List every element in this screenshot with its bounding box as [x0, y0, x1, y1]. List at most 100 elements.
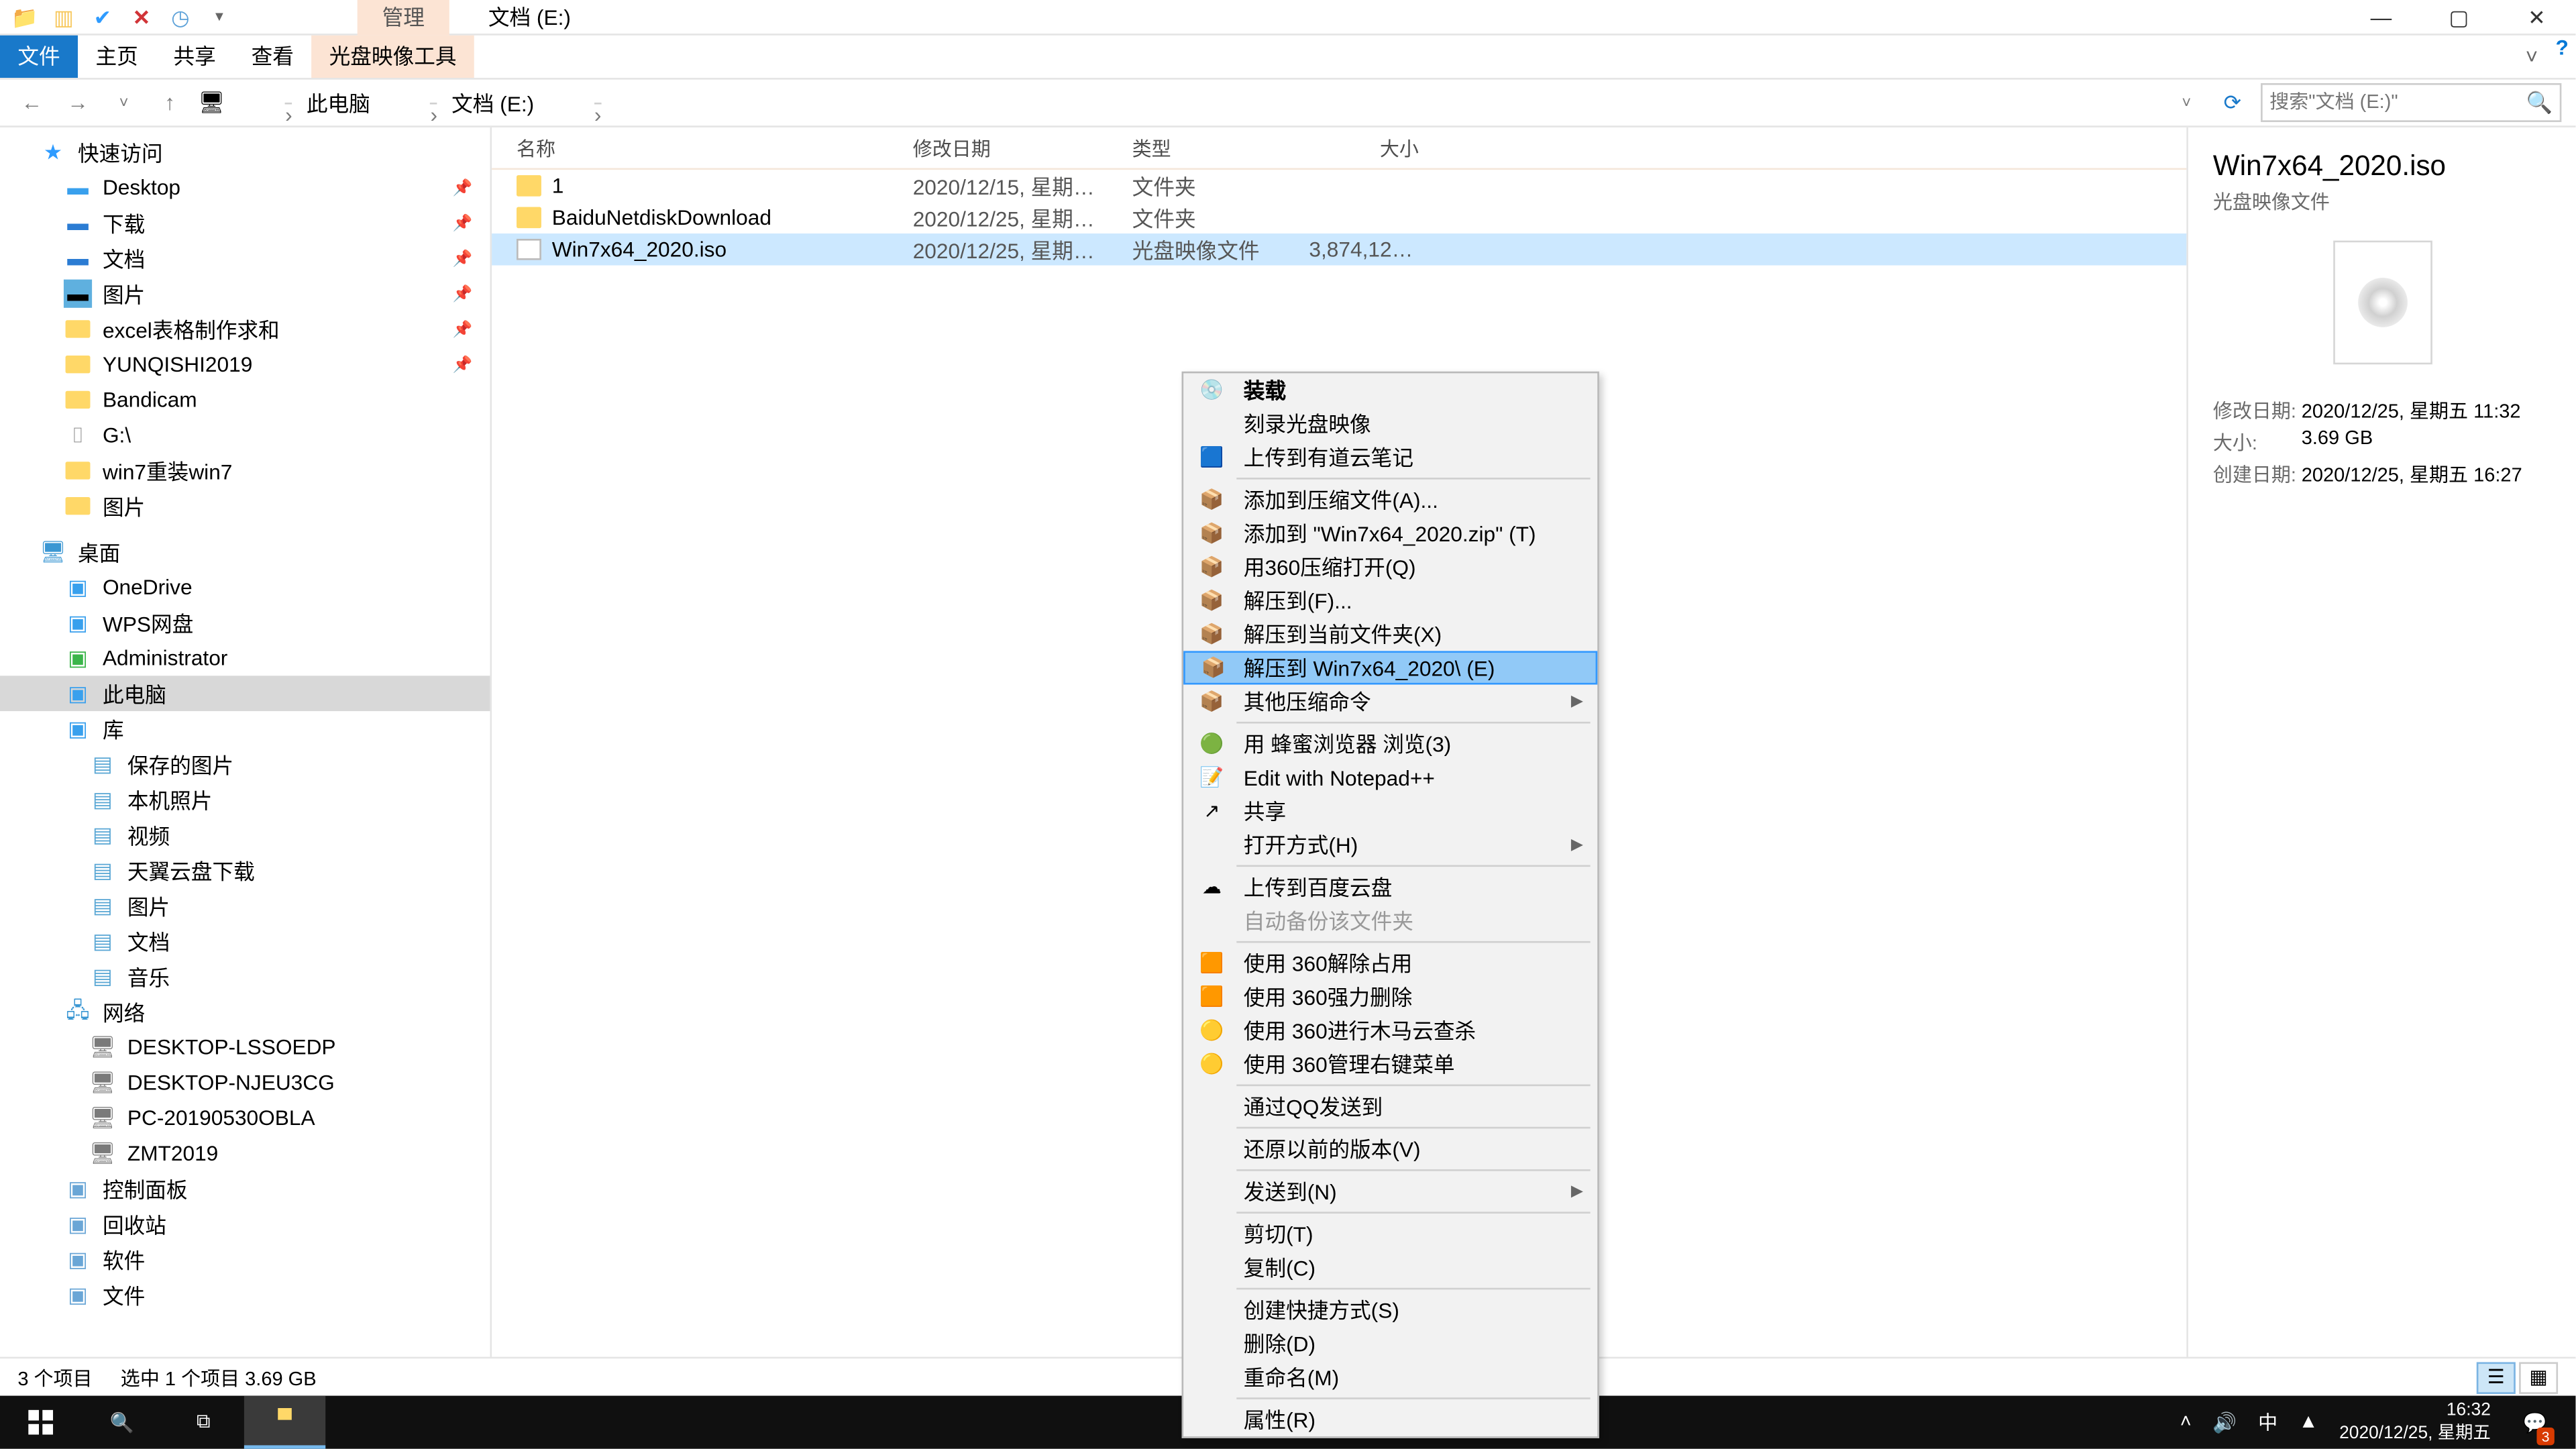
title-tab-manage[interactable]: 管理 — [358, 0, 449, 34]
taskbar-clock[interactable]: 16:32 2020/12/25, 星期五 — [2339, 1399, 2491, 1446]
file-list[interactable]: 名称 修改日期 类型 大小 12020/12/15, 星期二 1...文件夹Ba… — [492, 127, 2186, 1357]
maximize-button[interactable]: ▢ — [2420, 0, 2498, 34]
forward-button[interactable]: → — [60, 85, 96, 121]
folder-icon[interactable]: ▥ — [50, 3, 78, 31]
crumb-folder[interactable]: 文档 (E:) — [451, 88, 534, 118]
view-icons-button[interactable]: ▦ — [2519, 1361, 2558, 1393]
up-button[interactable]: ↑ — [152, 85, 188, 121]
menu-item[interactable]: 创建快捷方式(S) — [1183, 1293, 1597, 1327]
tree-item[interactable]: ▣控制面板 — [0, 1171, 490, 1207]
menu-item[interactable]: 剪切(T) — [1183, 1217, 1597, 1250]
menu-item[interactable]: 📦解压到当前文件夹(X) — [1183, 617, 1597, 651]
tree-item[interactable]: ▤音乐 — [0, 959, 490, 994]
view-details-button[interactable]: ☰ — [2477, 1361, 2516, 1393]
menu-item[interactable]: 📦用360压缩打开(Q) — [1183, 550, 1597, 584]
tree-item[interactable]: ▣WPS网盘 — [0, 605, 490, 641]
save-check-icon[interactable]: ✔ — [89, 3, 117, 31]
menu-item[interactable]: 属性(R) — [1183, 1403, 1597, 1436]
tree-quick-access[interactable]: ★ 快速访问 — [0, 134, 490, 170]
menu-item[interactable]: ☁上传到百度云盘 — [1183, 870, 1597, 904]
menu-item[interactable]: 🟦上传到有道云笔记 — [1183, 441, 1597, 474]
tree-item[interactable]: ▣Administrator — [0, 641, 490, 676]
tree-item[interactable]: ▣库 — [0, 711, 490, 747]
tree-item[interactable]: excel表格制作求和📌 — [0, 311, 490, 347]
history-icon[interactable]: ◷ — [166, 3, 195, 31]
help-icon[interactable]: ? — [2556, 36, 2569, 78]
tree-item[interactable]: ▣此电脑 — [0, 676, 490, 711]
start-button[interactable] — [0, 1396, 81, 1449]
close-button[interactable]: ✕ — [2498, 0, 2575, 34]
menu-item[interactable]: 🟡使用 360进行木马云查杀 — [1183, 1014, 1597, 1047]
crumb-root[interactable]: 此电脑 — [307, 88, 370, 118]
menu-item[interactable]: 💿装载 — [1183, 373, 1597, 407]
notification-button[interactable]: 💬3 — [2512, 1396, 2559, 1449]
tree-item[interactable]: Bandicam — [0, 382, 490, 418]
search-box[interactable]: 🔍 — [2261, 83, 2561, 122]
menu-item[interactable]: 打开方式(H)▶ — [1183, 828, 1597, 861]
file-row[interactable]: Win7x64_2020.iso2020/12/25, 星期五 1...光盘映像… — [492, 233, 2186, 265]
tree-network[interactable]: 🖧 网络 — [0, 994, 490, 1030]
tree-item[interactable]: YUNQISHI2019📌 — [0, 347, 490, 382]
minimize-button[interactable]: — — [2342, 0, 2420, 34]
breadcrumb[interactable]: 🖥 › 此电脑 › 文档 (E:) › — [198, 88, 2158, 118]
col-name[interactable]: 名称 — [492, 127, 888, 168]
tree-item[interactable]: ▣回收站 — [0, 1206, 490, 1242]
tree-item[interactable]: ▣文件 — [0, 1277, 490, 1313]
recent-dropdown-icon[interactable]: ˅ — [106, 85, 142, 121]
qat-dropdown-icon[interactable]: ▾ — [205, 3, 233, 31]
tree-item[interactable]: ▣软件 — [0, 1242, 490, 1277]
security-icon[interactable]: ▲ — [2299, 1411, 2318, 1433]
tree-item[interactable]: ⌷G:\ — [0, 417, 490, 453]
close-red-icon[interactable]: ✕ — [127, 3, 156, 31]
tree-item[interactable]: ▤保存的图片 — [0, 747, 490, 782]
menu-item[interactable]: 还原以前的版本(V) — [1183, 1132, 1597, 1166]
ribbon-expand-icon[interactable]: ˅ — [2508, 36, 2555, 78]
ribbon-isotool[interactable]: 光盘映像工具 — [311, 36, 474, 78]
ime-indicator[interactable]: 中 — [2258, 1408, 2277, 1436]
tree-item[interactable]: ▣OneDrive — [0, 570, 490, 605]
ribbon-file[interactable]: 文件 — [0, 36, 78, 78]
menu-item[interactable]: 通过QQ发送到 — [1183, 1089, 1597, 1123]
tree-item[interactable]: 🖥DESKTOP-NJEU3CG — [0, 1065, 490, 1100]
taskview-button[interactable]: ⧉ — [163, 1396, 244, 1449]
menu-item[interactable]: 🟢用 蜂蜜浏览器 浏览(3) — [1183, 727, 1597, 761]
tree-item[interactable]: win7重装win7 — [0, 453, 490, 488]
tree-item[interactable]: ▬文档📌 — [0, 241, 490, 276]
file-row[interactable]: 12020/12/15, 星期二 1...文件夹 — [492, 170, 2186, 201]
menu-item[interactable]: 📝Edit with Notepad++ — [1183, 761, 1597, 794]
menu-item[interactable]: 📦其他压缩命令▶ — [1183, 685, 1597, 718]
menu-item[interactable]: 🟧使用 360解除占用 — [1183, 947, 1597, 980]
menu-item[interactable]: 刻录光盘映像 — [1183, 407, 1597, 441]
menu-item[interactable]: 📦解压到(F)... — [1183, 584, 1597, 617]
tree-item[interactable]: ▤视频 — [0, 817, 490, 853]
back-button[interactable]: ← — [14, 85, 50, 121]
nav-tree[interactable]: ★ 快速访问 ▬Desktop📌▬下载📌▬文档📌▬图片📌excel表格制作求和📌… — [0, 127, 492, 1357]
tree-item[interactable]: ▬图片📌 — [0, 276, 490, 311]
search-input[interactable] — [2269, 92, 2553, 113]
tray-expand-icon[interactable]: ˄ — [2180, 1411, 2192, 1433]
menu-item[interactable]: 🟡使用 360管理右键菜单 — [1183, 1047, 1597, 1081]
menu-item[interactable]: 📦解压到 Win7x64_2020\ (E) — [1183, 651, 1597, 684]
tree-item[interactable]: 🖥DESKTOP-LSSOEDP — [0, 1030, 490, 1065]
menu-item[interactable]: 删除(D) — [1183, 1327, 1597, 1360]
tree-item[interactable]: ▤图片 — [0, 888, 490, 924]
tree-item[interactable]: ▤天翼云盘下载 — [0, 853, 490, 888]
ribbon-home[interactable]: 主页 — [78, 36, 156, 78]
tree-item[interactable]: ▬Desktop📌 — [0, 170, 490, 205]
tree-item[interactable]: 🖥ZMT2019 — [0, 1136, 490, 1171]
tree-item[interactable]: 🖥PC-20190530OBLA — [0, 1100, 490, 1136]
menu-item[interactable]: 发送到(N)▶ — [1183, 1175, 1597, 1208]
col-size[interactable]: 大小 — [1284, 127, 1461, 168]
refresh-button[interactable]: ⟳ — [2215, 85, 2251, 121]
search-icon[interactable]: 🔍 — [2526, 90, 2553, 115]
tree-item[interactable]: ▬下载📌 — [0, 205, 490, 241]
menu-item[interactable]: 📦添加到 "Win7x64_2020.zip" (T) — [1183, 517, 1597, 550]
col-date[interactable]: 修改日期 — [888, 127, 1108, 168]
explorer-taskbar-button[interactable]: ▀ — [244, 1396, 325, 1449]
volume-icon[interactable]: 🔊 — [2212, 1411, 2237, 1434]
ribbon-view[interactable]: 查看 — [233, 36, 311, 78]
tree-item[interactable]: ▤本机照片 — [0, 782, 490, 818]
ribbon-share[interactable]: 共享 — [156, 36, 233, 78]
addr-dropdown-icon[interactable]: ˅ — [2169, 85, 2204, 121]
tree-desktop[interactable]: 🖥 桌面 — [0, 534, 490, 570]
